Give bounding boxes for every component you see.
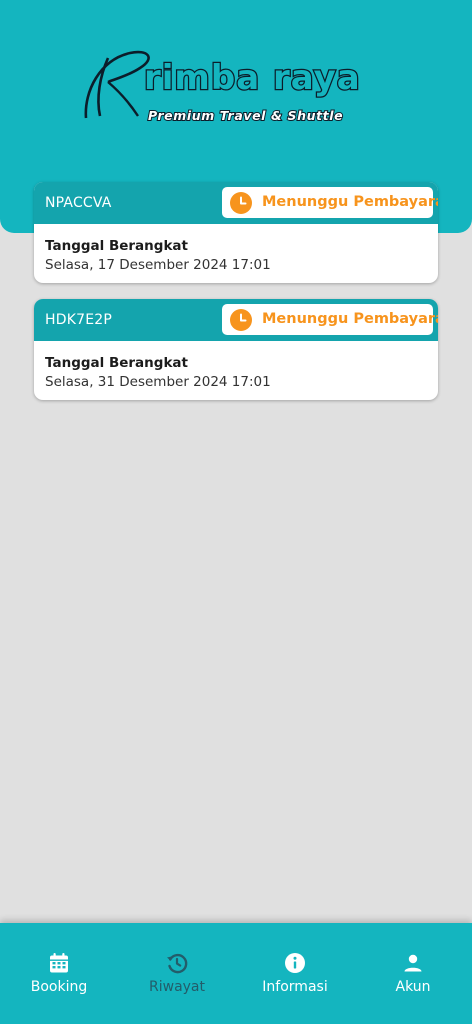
booking-card[interactable]: NPACCVA Menunggu Pembayaran Tanggal Bera…: [34, 182, 438, 283]
history-icon: [167, 953, 188, 974]
nav-label: Riwayat: [149, 979, 205, 995]
nav-booking[interactable]: Booking: [0, 951, 118, 995]
booking-card[interactable]: HDK7E2P Menunggu Pembayaran Tanggal Bera…: [34, 299, 438, 400]
person-icon: [404, 954, 422, 972]
departure-date: Selasa, 31 Desember 2024 17:01: [45, 374, 271, 390]
nav-label: Informasi: [262, 979, 328, 995]
departure-label: Tanggal Berangkat: [45, 238, 188, 254]
nav-label: Booking: [30, 979, 88, 995]
brand-tagline: Premium Travel & Shuttle: [147, 107, 344, 124]
nav-informasi[interactable]: Informasi: [236, 951, 354, 995]
nav-akun[interactable]: Akun: [354, 951, 472, 995]
brand-logo: rimba raya Premium Travel & Shuttle: [78, 46, 408, 132]
clock-icon: [230, 309, 252, 331]
status-text: Menunggu Pembayaran: [262, 194, 438, 210]
departure-date: Selasa, 17 Desember 2024 17:01: [45, 257, 271, 273]
bottom-navigation: Booking Riwayat Informasi Akun: [0, 923, 472, 1024]
nav-riwayat[interactable]: Riwayat: [118, 951, 236, 995]
clock-icon: [230, 192, 252, 214]
nav-label: Akun: [395, 979, 431, 995]
booking-card-header: NPACCVA Menunggu Pembayaran: [34, 182, 438, 224]
status-badge: Menunggu Pembayaran: [222, 187, 438, 218]
departure-label: Tanggal Berangkat: [45, 355, 188, 371]
booking-card-body: Tanggal Berangkat Selasa, 31 Desember 20…: [34, 341, 438, 391]
calendar-icon: [50, 953, 68, 973]
info-icon: [285, 953, 305, 973]
booking-card-body: Tanggal Berangkat Selasa, 17 Desember 20…: [34, 224, 438, 274]
booking-code: HDK7E2P: [45, 312, 112, 328]
booking-code: NPACCVA: [45, 195, 112, 211]
booking-card-header: HDK7E2P Menunggu Pembayaran: [34, 299, 438, 341]
status-text: Menunggu Pembayaran: [262, 311, 438, 327]
brand-name: rimba raya: [143, 57, 361, 100]
status-badge: Menunggu Pembayaran: [222, 304, 438, 335]
